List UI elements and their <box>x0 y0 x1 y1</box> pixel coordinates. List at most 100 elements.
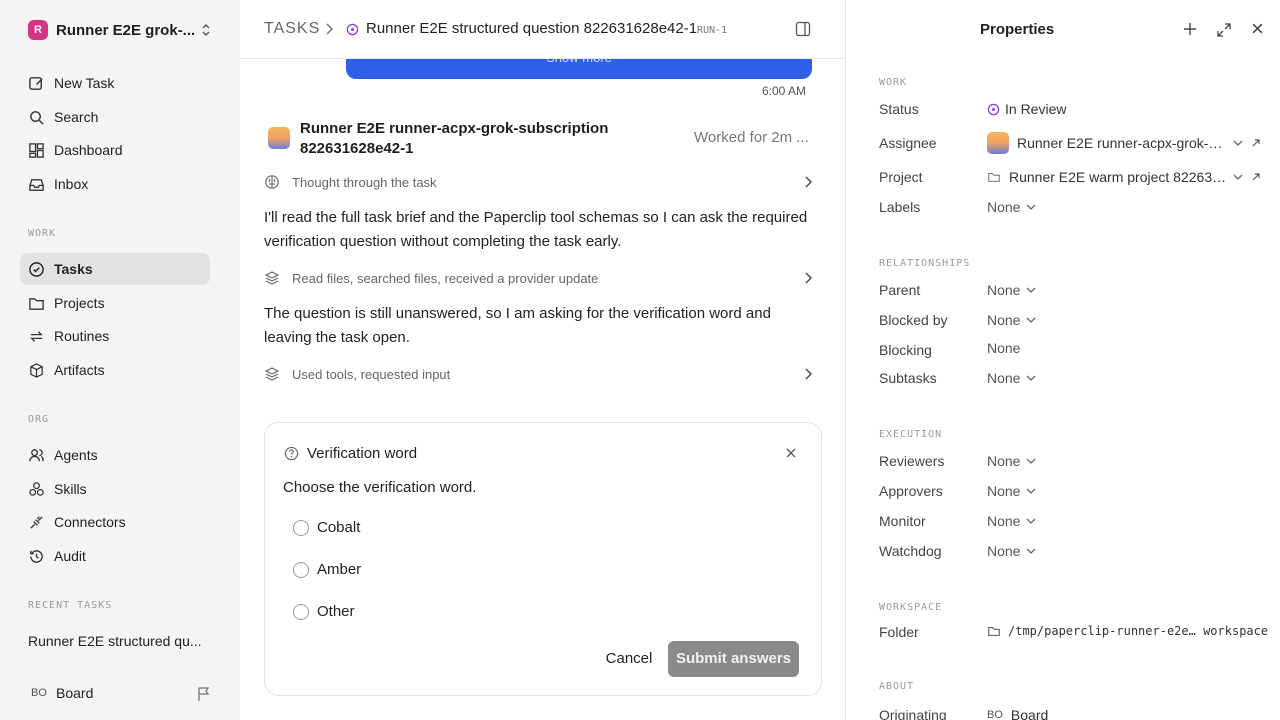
option-cobalt[interactable]: Cobalt <box>293 519 360 536</box>
workspace-switcher[interactable]: R Runner E2E grok-... <box>28 18 218 42</box>
step-label: Read files, searched files, received a p… <box>292 270 599 286</box>
monitor-label: Monitor <box>879 513 926 529</box>
sidebar-item-agents[interactable]: Agents <box>20 439 210 471</box>
sidebar-item-label: Dashboard <box>54 142 123 158</box>
sidebar-item-artifacts[interactable]: Artifacts <box>20 354 210 386</box>
help-circle-icon <box>284 446 299 461</box>
step-label: Used tools, requested input <box>292 366 451 382</box>
radio-button[interactable] <box>293 603 309 620</box>
blocked-by-none: None <box>987 312 1021 328</box>
properties-panel: Properties WORK Status In Review Assigne… <box>847 0 1280 720</box>
project-label: Project <box>879 169 923 185</box>
subtasks-value[interactable]: None <box>987 370 1036 386</box>
question-prompt: Choose the verification word. <box>283 479 477 496</box>
sidebar: R Runner E2E grok-... New Task Search Da… <box>0 0 240 720</box>
recent-task-item[interactable]: Runner E2E structured qu... <box>28 633 208 649</box>
blocked-by-label: Blocked by <box>879 312 948 328</box>
approvers-none: None <box>987 483 1021 499</box>
workspace-name: Runner E2E grok-... <box>56 21 196 39</box>
avatar <box>987 132 1009 154</box>
repeat-icon <box>30 330 43 342</box>
parent-value[interactable]: None <box>987 282 1036 298</box>
sidebar-item-projects[interactable]: Projects <box>20 287 210 319</box>
board-account[interactable]: BO Board <box>28 684 93 702</box>
step-thought[interactable]: Thought through the task <box>264 171 812 193</box>
worked-duration[interactable]: Worked for 2m ... <box>694 129 809 146</box>
chevron-right-icon <box>805 368 812 380</box>
sidebar-item-dashboard[interactable]: Dashboard <box>20 134 210 166</box>
labels-value[interactable]: None <box>987 199 1036 215</box>
step-used-tools[interactable]: Used tools, requested input <box>264 363 812 385</box>
folder-label: Folder <box>879 624 919 640</box>
section-label-work: WORK <box>879 77 908 88</box>
project-value[interactable]: Runner E2E warm project 82263162... <box>987 169 1261 185</box>
reviewers-none: None <box>987 453 1021 469</box>
originating-value: BO Board <box>987 707 1048 720</box>
chevron-down-icon <box>1027 375 1036 381</box>
originating-label: Originating <box>879 707 947 720</box>
sidebar-item-label: Artifacts <box>54 362 105 378</box>
monitor-value[interactable]: None <box>987 513 1036 529</box>
sidebar-item-inbox[interactable]: Inbox <box>20 168 210 200</box>
workspace-logo: R <box>28 20 48 40</box>
skills-icon <box>29 481 44 496</box>
sidebar-item-label: Tasks <box>54 261 93 277</box>
option-amber[interactable]: Amber <box>293 561 361 578</box>
reviewers-label: Reviewers <box>879 453 945 469</box>
chevron-down-icon <box>1233 174 1243 180</box>
close-icon[interactable] <box>1251 22 1264 35</box>
sidebar-item-label: Routines <box>54 328 110 344</box>
section-label-execution: EXECUTION <box>879 429 943 440</box>
section-label-org: ORG <box>28 414 50 425</box>
sidebar-item-search[interactable]: Search <box>20 101 210 133</box>
agent-message: The question is still unanswered, so I a… <box>264 305 771 346</box>
option-label: Amber <box>317 561 362 578</box>
plus-icon[interactable] <box>1183 22 1197 36</box>
page-title: Runner E2E structured question 822631628… <box>366 20 698 37</box>
assignee-value[interactable]: Runner E2E runner-acpx-grok-sub... <box>987 132 1261 154</box>
section-label-relationships: RELATIONSHIPS <box>879 258 971 269</box>
watchdog-value[interactable]: None <box>987 543 1036 559</box>
panel-toggle-icon[interactable] <box>795 21 811 37</box>
folder-value[interactable]: /tmp/paperclip-runner-e2e… workspace <box>987 624 1268 638</box>
status-review-icon <box>987 103 1000 115</box>
question-title: Verification word <box>307 445 418 462</box>
external-link-icon[interactable] <box>1251 172 1261 182</box>
sidebar-item-skills[interactable]: Skills <box>20 473 210 505</box>
radio-button[interactable] <box>293 561 309 578</box>
expand-icon[interactable] <box>1216 22 1232 38</box>
external-link-icon[interactable] <box>1251 138 1261 148</box>
step-read-files[interactable]: Read files, searched files, received a p… <box>264 267 812 289</box>
chevron-down-icon <box>1027 287 1036 293</box>
approvers-value[interactable]: None <box>987 483 1036 499</box>
close-icon[interactable] <box>785 447 797 459</box>
box-icon <box>30 362 43 378</box>
layers-icon <box>264 271 280 285</box>
sidebar-item-new-task[interactable]: New Task <box>20 67 210 99</box>
option-other[interactable]: Other <box>293 603 355 620</box>
users-icon <box>29 448 44 461</box>
sidebar-item-label: Projects <box>54 295 105 311</box>
option-label: Cobalt <box>317 519 361 536</box>
sidebar-item-label: Audit <box>54 548 86 564</box>
watchdog-label: Watchdog <box>879 543 942 559</box>
labels-label: Labels <box>879 199 921 215</box>
chevron-down-icon <box>1027 548 1036 554</box>
radio-button[interactable] <box>293 519 309 536</box>
chevron-right-icon <box>326 23 334 35</box>
blocking-none: None <box>987 340 1021 356</box>
sidebar-item-routines[interactable]: Routines <box>20 320 210 352</box>
status-value[interactable]: In Review <box>987 101 1066 117</box>
cancel-button[interactable]: Cancel <box>587 641 671 677</box>
sidebar-item-tasks[interactable]: Tasks <box>20 253 210 285</box>
run-tag: RUN-1 <box>697 25 728 36</box>
reviewers-value[interactable]: None <box>987 453 1036 469</box>
submit-answers-button[interactable]: Submit answers <box>668 641 799 677</box>
question-card: Verification word Choose the verificatio… <box>264 422 822 696</box>
sidebar-item-audit[interactable]: Audit <box>20 540 210 572</box>
breadcrumb-tasks-link[interactable]: TASKS <box>264 20 320 38</box>
labels-none: None <box>987 199 1021 215</box>
flag-icon[interactable] <box>196 686 212 702</box>
blocked-by-value[interactable]: None <box>987 312 1036 328</box>
sidebar-item-connectors[interactable]: Connectors <box>20 506 210 538</box>
